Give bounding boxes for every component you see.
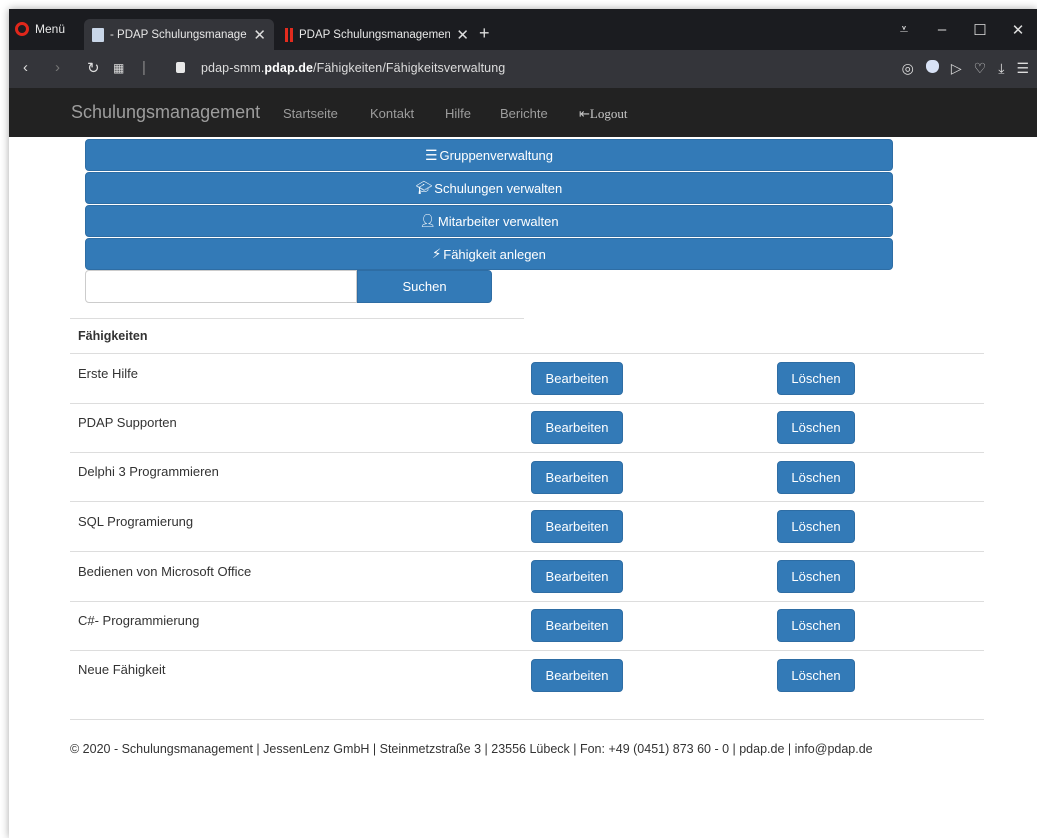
delete-button[interactable]: Löschen [777,560,855,593]
delete-button[interactable]: Löschen [777,609,855,642]
row-divider [70,353,984,354]
brand-link[interactable]: Schulungsmanagement [71,102,260,123]
row-divider [70,601,984,602]
faehigkeit-anlegen-button[interactable]: ⚡︎ Fähigkeit anlegen [85,238,893,270]
document-icon [92,27,104,42]
search-input[interactable] [85,270,357,303]
tab-menu-icon[interactable]: ⩡ [885,9,923,50]
close-tab-icon[interactable]: ✕ [456,26,469,44]
row-divider [70,403,984,404]
maximize-icon[interactable]: ☐ [961,9,999,50]
table-row-label: SQL Programierung [78,514,194,529]
nav-kontakt[interactable]: Kontakt [370,106,414,121]
user-icon: 👤︎ [419,213,436,228]
browser-window: Menü - PDAP Schulungsmanagement ✕ PDAP S… [9,9,1037,838]
button-label: Schulungen verwalten [434,180,563,196]
url-path: /Fähigkeiten/Fähigkeitsverwaltung [313,61,506,75]
gruppenverwaltung-button[interactable]: ☰ Gruppenverwaltung [85,139,893,171]
button-label: Gruppenverwaltung [439,147,554,163]
table-header: Fähigkeiten [78,329,148,343]
menu-label: Menü [35,22,66,36]
search-button[interactable]: Suchen [357,270,492,303]
row-divider [70,452,984,453]
footer-divider [70,719,984,720]
table-row-label: PDAP Supporten [78,415,177,430]
tab-title: PDAP Schulungsmanagement [299,28,451,41]
table-row-label: Neue Fähigkeit [78,662,166,677]
delete-button[interactable]: Löschen [777,659,855,692]
table-row-label: C#- Programmierung [78,613,200,628]
window-controls: ⩡ ‒ ☐ ✕ [885,9,1037,50]
flash-icon: ⚡︎ [432,246,442,261]
opera-menu-button[interactable]: Menü [15,22,65,36]
delete-button[interactable]: Löschen [777,510,855,543]
address-bar: ‹ › ↻ ▦ | pdap-smm.pdap.de/Fähigkeiten/F… [9,50,1037,88]
edit-button[interactable]: Bearbeiten [531,659,623,692]
new-tab-icon[interactable]: + [479,23,490,44]
nav-berichte[interactable]: Berichte [500,106,548,121]
back-icon[interactable]: ‹ [23,59,28,76]
divider-icon: | [142,59,146,76]
site-navbar: Schulungsmanagement Startseite Kontakt H… [9,88,1037,137]
tab-inactive[interactable]: PDAP Schulungsmanagement ✕ [277,19,477,50]
camera-icon[interactable]: ◎ [902,60,914,77]
download-icon[interactable]: ⤓ [998,60,1004,77]
row-divider [70,551,984,552]
heart-icon[interactable]: ♡ [974,60,987,77]
send-icon[interactable]: ▷ [951,60,962,77]
footer-text: © 2020 - Schulungsmanagement | JessenLen… [70,742,873,756]
mitarbeiter-verwalten-button[interactable]: 👤︎ Mitarbeiter verwalten [85,205,893,237]
delete-button[interactable]: Löschen [777,362,855,395]
edit-button[interactable]: Bearbeiten [531,609,623,642]
button-label: Fähigkeit anlegen [443,246,546,262]
graduation-cap-icon: 🎓︎ [415,180,433,195]
log-out-icon: ⇤ [579,106,590,121]
nav-startseite[interactable]: Startseite [283,106,338,121]
vpn-shield-icon[interactable] [925,60,939,73]
row-divider [70,501,984,502]
forward-icon[interactable]: › [55,59,60,76]
pdap-favicon-icon [285,27,293,42]
lock-icon[interactable] [176,62,185,73]
address-bar-tools: ◎ ▷ ♡ ⤓ ☰ [902,60,1029,77]
opera-logo-icon [15,22,29,36]
tab-bar: Menü - PDAP Schulungsmanagement ✕ PDAP S… [9,9,1037,50]
button-label: Mitarbeiter verwalten [437,213,559,229]
table-row-label: Erste Hilfe [78,366,138,381]
url-prefix: pdap-smm. [201,61,265,75]
minimize-icon[interactable]: ‒ [923,9,961,50]
table-row-label: Bedienen von Microsoft Office [78,564,252,579]
edit-button[interactable]: Bearbeiten [531,362,623,395]
easy-setup-icon[interactable]: ☰ [1016,60,1029,77]
close-window-icon[interactable]: ✕ [999,9,1037,50]
schulungen-verwalten-button[interactable]: 🎓︎ Schulungen verwalten [85,172,893,204]
url-domain: pdap.de [264,61,314,75]
edit-button[interactable]: Bearbeiten [531,560,623,593]
delete-button[interactable]: Löschen [777,411,855,444]
nav-logout[interactable]: ⇤Logout [579,106,627,122]
close-tab-icon[interactable]: ✕ [253,26,266,44]
reload-icon[interactable]: ↻ [87,59,100,77]
edit-button[interactable]: Bearbeiten [531,510,623,543]
tab-active[interactable]: - PDAP Schulungsmanagement ✕ [84,19,274,50]
edit-button[interactable]: Bearbeiten [531,411,623,444]
delete-button[interactable]: Löschen [777,461,855,494]
row-divider [70,650,984,651]
tab-title: - PDAP Schulungsmanagement [110,28,247,41]
nav-hilfe[interactable]: Hilfe [445,106,471,121]
url-field[interactable]: pdap-smm.pdap.de/Fähigkeiten/Fähigkeitsv… [201,61,505,75]
list-icon: ☰ [424,146,438,163]
divider [70,318,524,319]
table-row-label: Delphi 3 Programmieren [78,464,219,479]
edit-button[interactable]: Bearbeiten [531,461,623,494]
speed-dial-icon[interactable]: ▦ [113,61,124,75]
logout-label: Logout [589,106,628,121]
